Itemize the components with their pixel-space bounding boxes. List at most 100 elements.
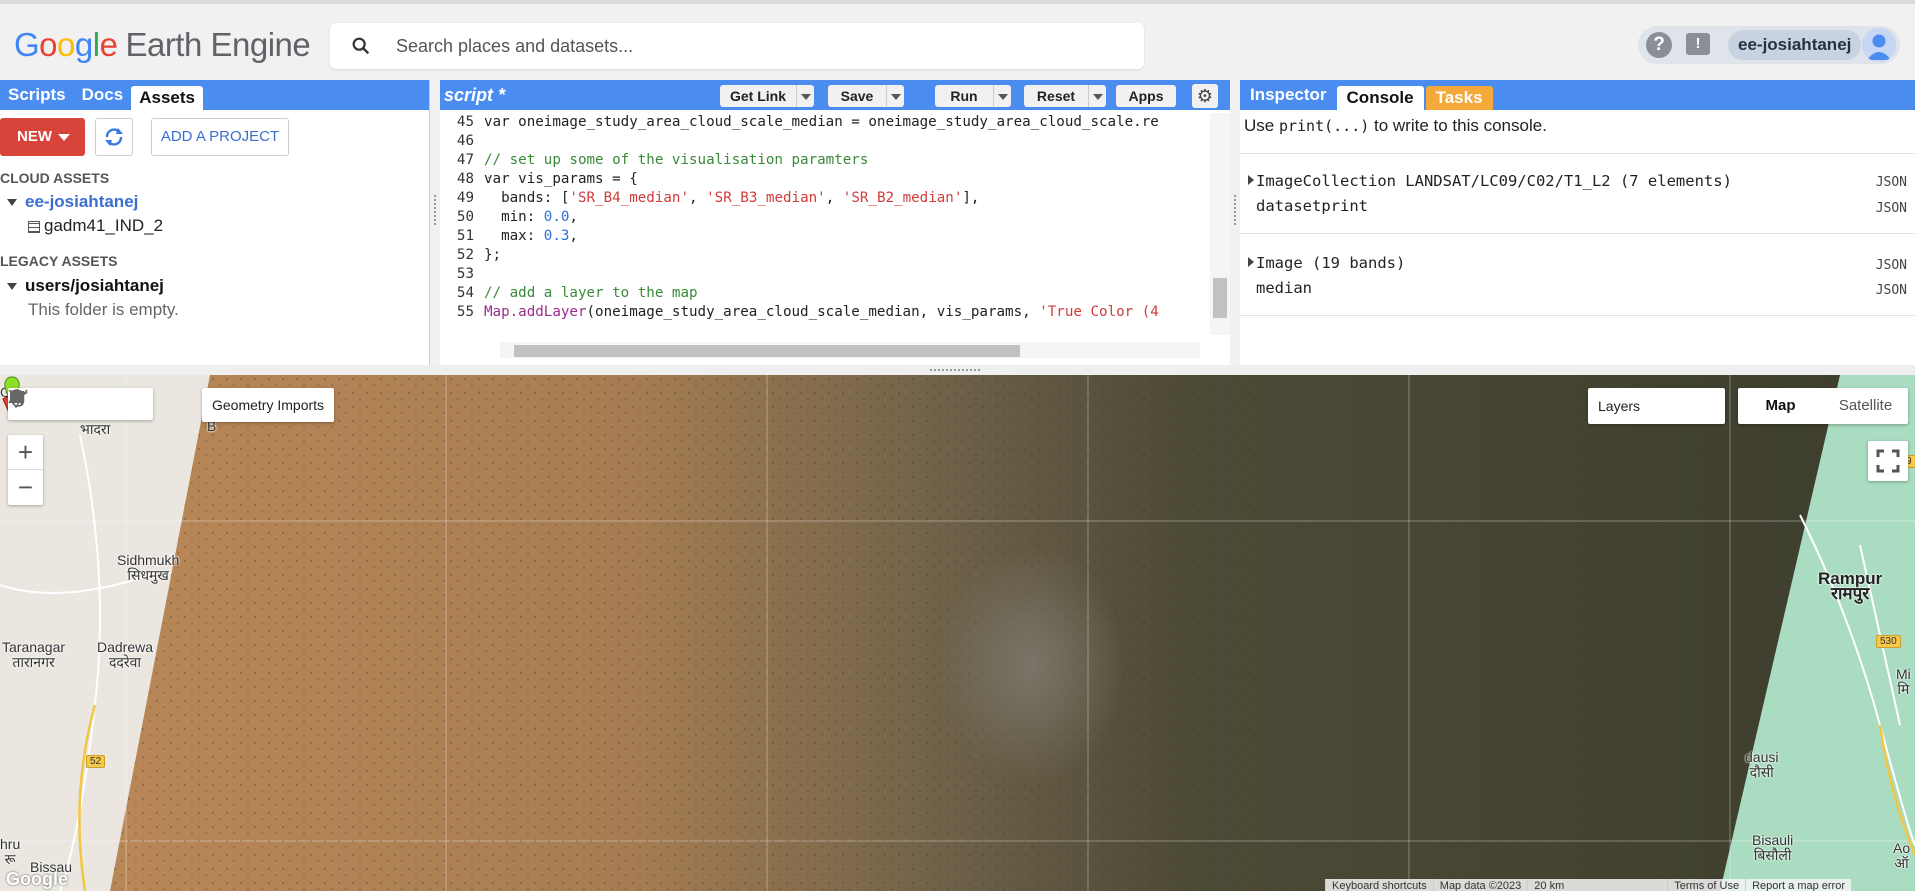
line-number: 45 [456,114,474,130]
search-input[interactable] [396,31,1116,61]
chevron-down-icon[interactable] [993,85,1011,107]
refresh-icon [105,128,123,146]
console-entry: datasetprint [1256,197,1368,215]
code-line[interactable]: 48 ▾ var vis_params = { [440,170,1210,189]
apps-button[interactable]: Apps [1116,85,1176,107]
json-button[interactable]: JSON [1876,258,1907,273]
point-marker-icon[interactable] [10,388,66,420]
terms-link[interactable]: Terms of Use [1667,879,1745,891]
code-line[interactable]: 51 max: 0.3, [440,227,1210,246]
line-number: 53 [456,266,474,282]
expand-icon[interactable] [1248,175,1254,185]
gear-icon[interactable]: ⚙ [1192,84,1218,108]
tree-item-asset[interactable]: gadm41_IND_2 [28,216,163,236]
tab-tasks[interactable]: Tasks [1425,86,1493,110]
map-label: hru रू [0,836,21,867]
line-number: 55 [456,304,474,320]
left-tabbar: Scripts Docs Assets [0,80,429,110]
map-data-attribution: Map data ©2023 [1432,879,1528,891]
new-button[interactable]: NEW [0,118,85,156]
tab-inspector[interactable]: Inspector [1240,80,1337,110]
code-area[interactable]: 45 var oneimage_study_area_cloud_scale_me… [440,113,1210,331]
google-watermark: Google [6,869,68,889]
chevron-down-icon[interactable] [886,85,904,107]
zoom-out-button[interactable]: − [8,470,43,505]
console-entry: median [1256,279,1312,297]
console-entry[interactable]: ImageCollection LANDSAT/LC09/C02/T1_L2 (… [1256,172,1732,190]
json-button[interactable]: JSON [1876,175,1907,190]
code-line[interactable]: 55 Map.addLayer(oneimage_study_area_cloud… [440,303,1210,322]
save-button[interactable]: Save [828,85,904,107]
reset-button[interactable]: Reset [1024,85,1106,107]
tree-item-cloud-project[interactable]: ee-josiahtanej [7,192,138,212]
user-avatar-icon [1867,34,1891,60]
code-line[interactable]: 45 var oneimage_study_area_cloud_scale_me… [440,113,1210,132]
avatar[interactable] [1862,28,1896,62]
tab-assets[interactable]: Assets [131,86,203,110]
map-footer: Keyboard shortcuts Map data ©2023 20 km … [1325,879,1852,891]
expand-icon[interactable] [7,199,17,207]
editor-vertical-scrollbar[interactable] [1210,113,1230,335]
code-line[interactable]: 50 min: 0.0, [440,208,1210,227]
road-shield: 530 [1876,635,1901,648]
code-text: min: 0.0, [484,209,578,225]
tab-scripts[interactable]: Scripts [0,80,74,110]
scale-bar[interactable]: 20 km [1527,879,1667,891]
run-button[interactable]: Run [935,85,1011,107]
code-line[interactable]: 47 // set up some of the visualisation pa… [440,151,1210,170]
get-link-button[interactable]: Get Link [720,85,814,107]
report-map-error-link[interactable]: Report a map error [1745,879,1851,891]
google-earth-engine-logo[interactable]: Google Earth Engine [14,26,311,64]
left-panel: Scripts Docs Assets NEW ADD A PROJECT CL… [0,80,430,365]
map-splitter[interactable] [0,365,1915,375]
code-text: var oneimage_study_area_cloud_scale_medi… [484,114,1159,130]
right-splitter[interactable] [1230,80,1240,365]
console-hint: Use print(...) to write to this console. [1244,116,1547,135]
code-line[interactable]: 53 [440,265,1210,284]
expand-icon[interactable] [1248,257,1254,267]
tab-docs[interactable]: Docs [74,80,132,110]
chevron-down-icon[interactable] [796,85,814,107]
fullscreen-button[interactable] [1868,441,1908,481]
search-box[interactable] [330,23,1144,69]
map-imagery [0,375,1915,891]
add-project-button[interactable]: ADD A PROJECT [151,118,289,156]
left-splitter[interactable] [430,80,440,365]
tree-item-legacy-folder[interactable]: users/josiahtanej [7,276,164,296]
polyline-icon[interactable] [8,388,95,420]
code-text: // set up some of the visualisation para… [484,152,869,168]
expand-icon[interactable] [7,283,17,291]
fold-icon[interactable]: ▾ [487,170,492,189]
line-number: 52 [456,247,474,263]
help-icon[interactable]: ? [1646,32,1672,58]
username-button[interactable]: ee-josiahtanej [1728,30,1862,60]
road-shield: 52 [86,755,106,768]
refresh-button[interactable] [95,118,133,156]
account-bar: ? ! ee-josiahtanej [1638,26,1900,64]
console-entry[interactable]: Image (19 bands) [1256,254,1405,272]
map-type-map-button[interactable]: Map [1738,388,1823,424]
geometry-imports-button[interactable]: Geometry Imports [202,388,335,422]
code-line[interactable]: 54 // add a layer to the map [440,284,1210,303]
line-number: 54 [456,285,474,301]
code-line[interactable]: 52}; [440,246,1210,265]
rectangle-icon[interactable] [10,388,153,420]
code-text: }; [484,247,502,263]
map-type-satellite-button[interactable]: Satellite [1823,388,1908,424]
json-button[interactable]: JSON [1876,283,1907,298]
polygon-icon[interactable] [8,388,124,420]
map-view[interactable]: G B भादरा B Sidhmukh सिधमुख Taranagar ता… [0,375,1915,891]
json-button[interactable]: JSON [1876,201,1907,216]
keyboard-shortcuts-link[interactable]: Keyboard shortcuts [1325,879,1433,891]
chevron-down-icon [58,133,70,141]
chevron-down-icon[interactable] [1088,85,1106,107]
code-line[interactable]: 46 [440,132,1210,151]
code-line[interactable]: 49 bands: ['SR_B4_median', 'SR_B3_median… [440,189,1210,208]
feedback-icon[interactable]: ! [1686,33,1710,55]
zoom-in-button[interactable]: + [8,435,43,470]
editor-toolbar: script * Get Link Save Run Reset Apps ⚙ [440,80,1238,110]
layers-dropdown[interactable]: Layers [1588,388,1725,424]
tab-console[interactable]: Console [1336,86,1424,110]
drawing-tools [8,388,153,420]
editor-horizontal-scrollbar[interactable] [500,342,1200,358]
